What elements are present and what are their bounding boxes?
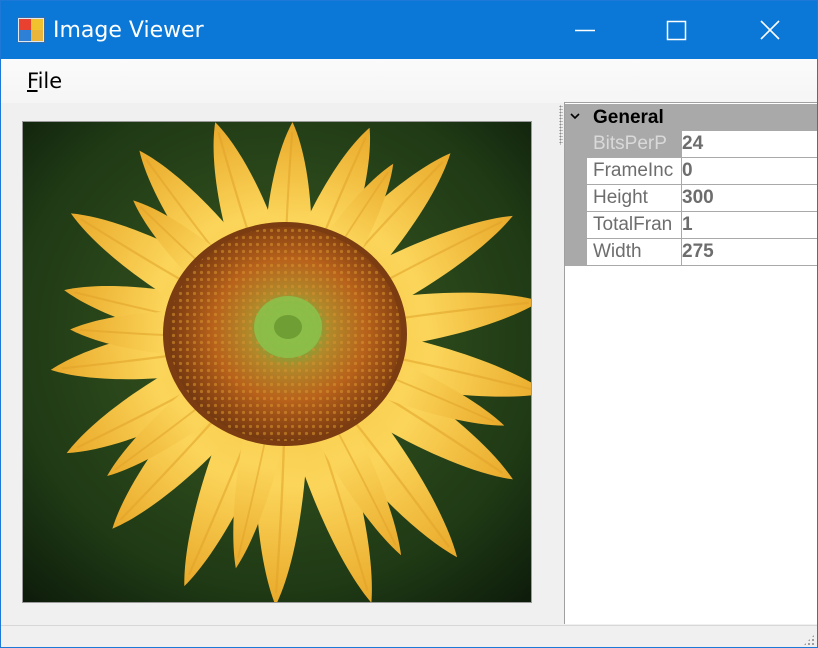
property-value[interactable]: 275: [682, 239, 817, 266]
category-label: General: [593, 107, 664, 128]
category-row-general[interactable]: General: [565, 104, 817, 131]
property-row[interactable]: FrameInc 0: [565, 158, 817, 185]
menu-bar: File: [1, 59, 817, 103]
property-grid[interactable]: General BitsPerP 24 FrameInc 0 Height 30…: [564, 102, 817, 624]
resize-grip-icon[interactable]: [803, 634, 815, 646]
close-icon: [760, 20, 780, 40]
minimize-icon: [575, 29, 595, 32]
property-name[interactable]: BitsPerP: [587, 131, 682, 158]
property-value[interactable]: 0: [682, 158, 817, 185]
property-row[interactable]: BitsPerP 24: [565, 131, 817, 158]
splitter-grip[interactable]: [559, 105, 563, 145]
property-row[interactable]: Width 275: [565, 239, 817, 266]
property-value[interactable]: 24: [682, 131, 817, 158]
property-name[interactable]: FrameInc: [587, 158, 682, 185]
chevron-down-icon[interactable]: [569, 111, 581, 121]
property-name[interactable]: TotalFran: [587, 212, 682, 239]
property-row[interactable]: TotalFran 1: [565, 212, 817, 239]
property-name[interactable]: Width: [587, 239, 682, 266]
menu-file-label: ile: [37, 69, 63, 93]
menu-file-mnemonic: F: [27, 69, 38, 93]
property-row[interactable]: Height 300: [565, 185, 817, 212]
window-title: Image Viewer: [53, 18, 204, 43]
property-name[interactable]: Height: [587, 185, 682, 212]
image-picture-box[interactable]: [22, 121, 532, 603]
minimize-button[interactable]: [539, 1, 631, 59]
menu-file[interactable]: File: [17, 67, 72, 95]
maximize-icon: [666, 20, 687, 41]
image-viewer-window: Image Viewer File General BitsPerP 24 Fr…: [0, 0, 818, 648]
property-value[interactable]: 1: [682, 212, 817, 239]
close-button[interactable]: [723, 1, 815, 59]
sunflower-image: [23, 122, 531, 602]
status-bar: [1, 625, 817, 647]
property-value[interactable]: 300: [682, 185, 817, 212]
app-icon: [17, 17, 45, 43]
maximize-button[interactable]: [631, 1, 723, 59]
title-bar[interactable]: Image Viewer: [1, 1, 817, 59]
